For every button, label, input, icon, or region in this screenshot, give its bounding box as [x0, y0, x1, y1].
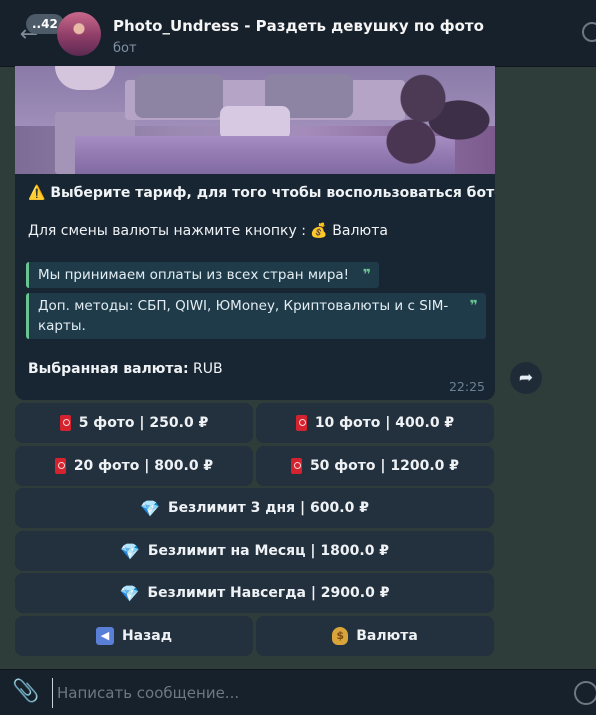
selected-currency: Выбранная валюта: RUB: [28, 361, 223, 377]
bot-message: ⚠️ Выберите тариф, для того чтобы воспол…: [15, 66, 495, 400]
message-composer: 📎: [0, 669, 596, 715]
chat-subtitle: бот: [113, 41, 137, 56]
unlimited-forever-button[interactable]: 💎 Безлимит Навсегда | 2900.0 ₽: [15, 573, 494, 613]
message-time: 22:25: [448, 379, 485, 394]
chat-header: ← ..42 Photo_Undress - Раздеть девушку п…: [0, 0, 596, 67]
tariff-20-photo-button[interactable]: 20 фото | 800.0 ₽: [15, 446, 253, 486]
back-button[interactable]: ◀ Назад: [15, 616, 253, 656]
tariff-5-photo-button[interactable]: 5 фото | 250.0 ₽: [15, 403, 253, 443]
quote-block: Мы принимаем оплаты из всех стран мира! …: [26, 262, 380, 288]
warning-text: ⚠️ Выберите тариф, для того чтобы воспол…: [28, 185, 495, 201]
warning-icon: ⚠️: [28, 185, 46, 201]
quote-icon: ❞: [469, 298, 478, 314]
red-envelope-icon: [54, 458, 66, 474]
quote-block: Доп. методы: СБП, QIWI, ЮMoney, Криптова…: [26, 293, 486, 339]
smile-icon[interactable]: [574, 681, 596, 705]
currency-button[interactable]: $ Валюта: [256, 616, 494, 656]
red-envelope-icon: [290, 458, 302, 474]
back-arrow-icon: ◀: [95, 627, 114, 645]
currency-hint: Для смены валюты нажмите кнопку : 💰 Валю…: [28, 223, 388, 239]
unlimited-3-days-button[interactable]: 💎 Безлимит 3 дня | 600.0 ₽: [15, 488, 494, 528]
money-bag-icon: $: [332, 627, 349, 645]
chat-title[interactable]: Photo_Undress - Раздеть девушку по фото: [113, 17, 484, 35]
red-envelope-icon: [59, 415, 71, 431]
tariff-10-photo-button[interactable]: 10 фото | 400.0 ₽: [256, 403, 494, 443]
bot-avatar[interactable]: [57, 12, 101, 56]
red-envelope-icon: [295, 415, 307, 431]
search-icon[interactable]: [582, 22, 596, 42]
unlimited-month-button[interactable]: 💎 Безлимит на Месяц | 1800.0 ₽: [15, 531, 494, 571]
quote-icon: ❞: [362, 267, 372, 283]
diamond-icon: 💎: [119, 541, 140, 561]
forward-arrow-icon[interactable]: ➦: [510, 362, 542, 394]
paperclip-icon[interactable]: 📎: [12, 680, 39, 704]
tariff-50-photo-button[interactable]: 50 фото | 1200.0 ₽: [256, 446, 494, 486]
message-input[interactable]: [52, 678, 559, 708]
diamond-icon: 💎: [119, 583, 140, 603]
message-image[interactable]: [15, 66, 495, 174]
diamond-icon: 💎: [140, 498, 160, 518]
